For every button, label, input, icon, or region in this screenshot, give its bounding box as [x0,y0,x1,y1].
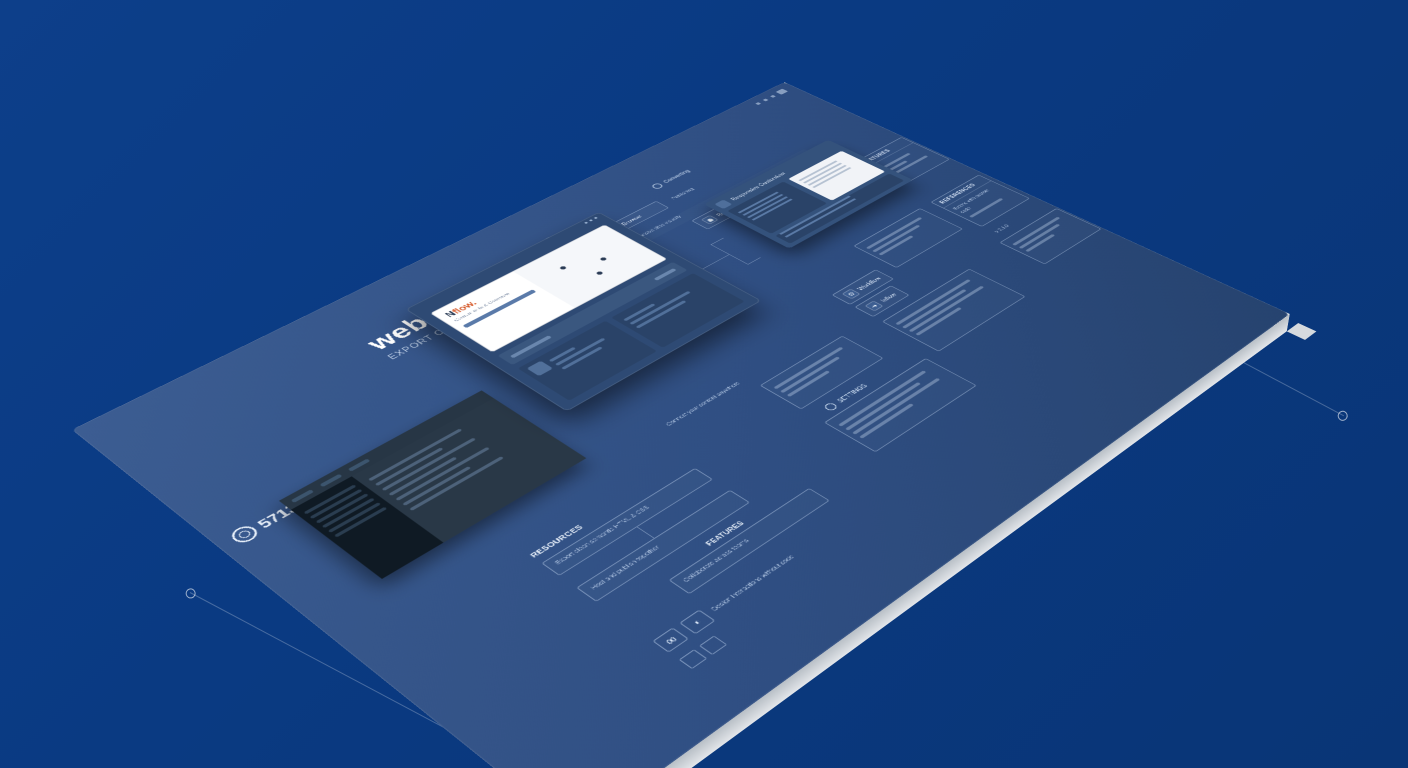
card-icon [714,200,732,209]
square-icon: ▦ [701,215,719,224]
connector [710,244,748,264]
slab-edge-corner [1287,323,1317,340]
refresh-icon[interactable] [699,635,727,655]
connector [747,257,761,264]
note-box-c [999,208,1101,264]
mid-box-b [824,358,977,452]
connector [710,238,724,245]
tablet-mock: Nflow. Components & Overview [405,212,761,411]
scene: webflow EXPORT CODE 5713 Best Interactio… [0,0,1408,768]
infinity-icon[interactable]: ∞ [652,627,689,652]
mid-box-c [882,269,1026,352]
note-d: Connect your content anywhere [664,381,743,428]
note-box-b [853,208,963,268]
window-controls [754,89,789,106]
badge-icon [227,523,261,545]
slab-surface: webflow EXPORT CODE 5713 Best Interactio… [72,82,1290,768]
publishing-caption: Publishing [670,187,696,201]
version-label: v 2.1.0 [993,224,1012,234]
toggle-icon[interactable]: ◐ [679,610,715,635]
workflow-pill[interactable]: ⚙Workflow [832,270,894,305]
mid-box-a [760,336,884,410]
header-label-b: Converting [651,169,693,190]
gear-icon: ⚙ [842,289,861,299]
arrow-icon: ➜ [865,301,884,312]
references-box[interactable]: REFERENCES Extend with custom code [930,175,1030,227]
doc-icon[interactable] [679,649,708,669]
connector [637,527,655,539]
